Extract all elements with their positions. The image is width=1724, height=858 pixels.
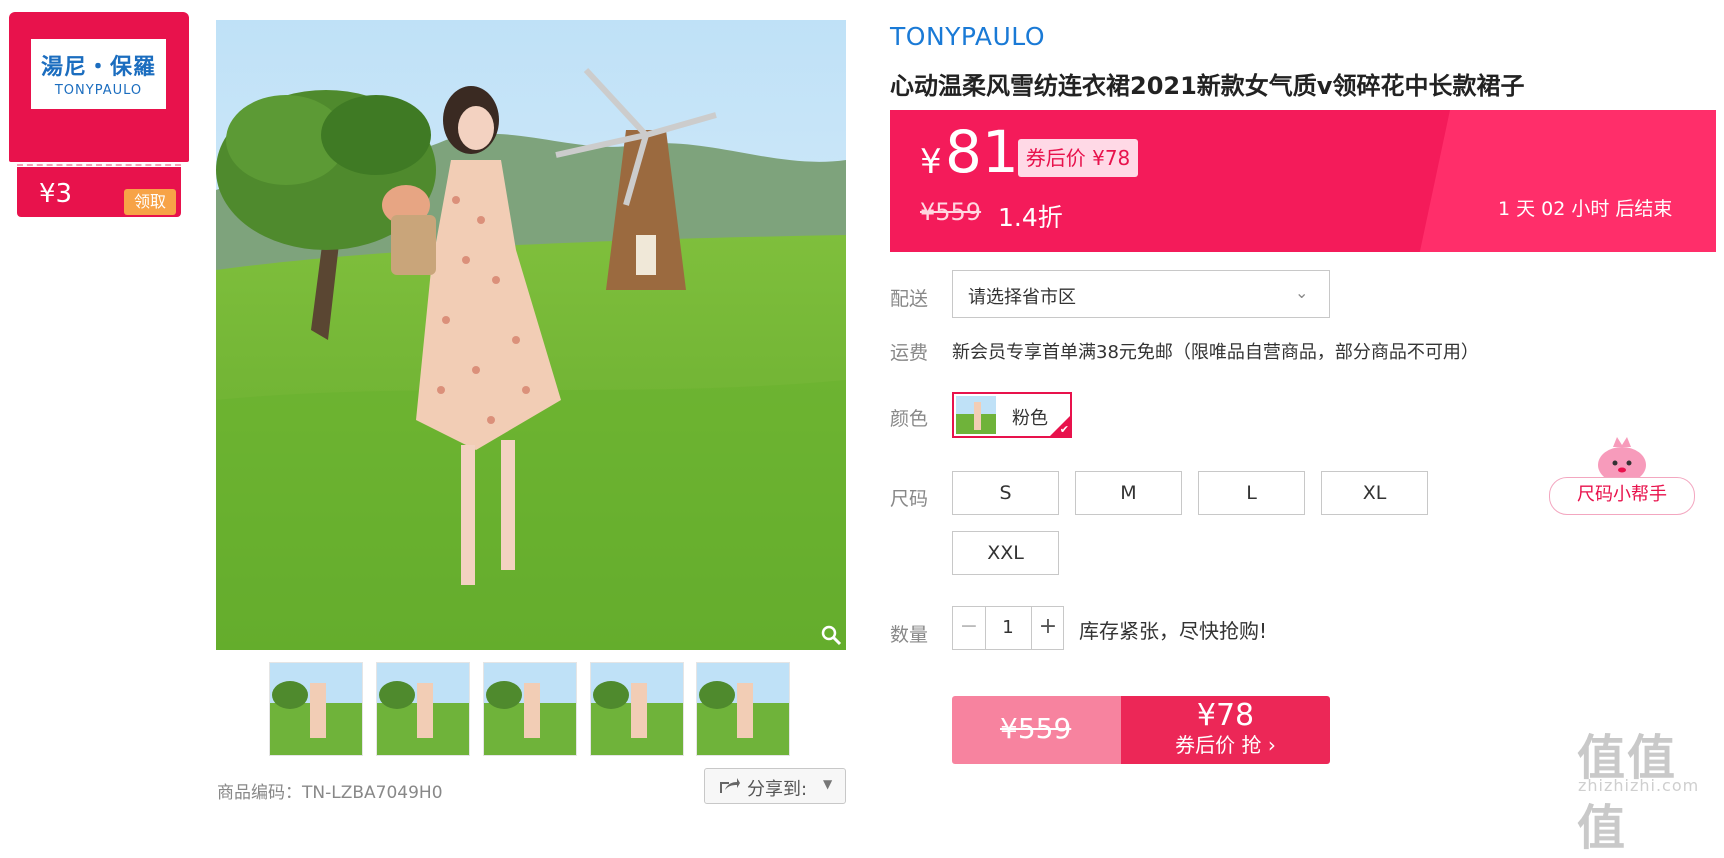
price-currency: ¥ [920, 142, 942, 182]
color-option-label: 粉色 [1012, 408, 1048, 429]
brand-logo: 湯尼・保羅 TONYPAULO [31, 39, 166, 109]
size-option-l[interactable]: L [1198, 471, 1305, 515]
price-value: 81 [945, 118, 1019, 186]
thumbnail-2[interactable] [376, 662, 470, 756]
store-coupon-card[interactable]: 湯尼・保羅 TONYPAULO ¥3 领取 [9, 12, 189, 217]
mascot-icon [1598, 437, 1646, 483]
freight-info: 新会员专享首单满38元免邮（限唯品自营商品，部分商品不可用） [952, 342, 1479, 363]
brand-link[interactable]: TONYPAULO [890, 22, 1045, 51]
stock-note: 库存紧张，尽快抢购! [1079, 619, 1268, 643]
size-option-m[interactable]: M [1075, 471, 1182, 515]
size-label: 尺码 [890, 488, 929, 510]
brand-logo-en: TONYPAULO [54, 83, 143, 98]
quantity-decrease-button[interactable]: − [953, 607, 986, 649]
check-icon: ✔ [1059, 423, 1069, 436]
color-option-pink[interactable]: 粉色 ✔ [952, 392, 1072, 438]
share-button[interactable]: 分享到: ▼ [704, 768, 846, 804]
chevron-down-icon: ⌄ [1295, 283, 1309, 302]
countdown-timer: 1 天 02 小时 后结束 [1498, 198, 1673, 220]
coupon-top: 湯尼・保羅 TONYPAULO [9, 12, 189, 162]
caret-down-icon: ▼ [823, 777, 833, 791]
thumbnail-5[interactable] [696, 662, 790, 756]
thumbnail-4[interactable] [590, 662, 684, 756]
delivery-label: 配送 [890, 288, 929, 310]
color-swatch-image [956, 396, 996, 434]
size-option-s[interactable]: S [952, 471, 1059, 515]
buy-cta-label: 券后价 抢 › [1175, 733, 1276, 757]
quantity-label: 数量 [890, 624, 929, 646]
size-helper-label: 尺码小帮手 [1549, 477, 1695, 515]
size-helper-button[interactable]: 尺码小帮手 [1545, 435, 1695, 515]
banner-stripe [1419, 110, 1716, 252]
brand-logo-cn: 湯尼・保羅 [40, 54, 156, 80]
size-option-xl[interactable]: XL [1321, 471, 1428, 515]
product-code: 商品编码：TN-LZBA7049H0 [217, 783, 443, 803]
coupon-take-button[interactable]: 领取 [124, 189, 176, 215]
freight-label: 运费 [890, 342, 929, 364]
price-banner: ¥ 81 券后价 ¥78 ¥559 1.4折 1 天 02 小时 后结束 [890, 110, 1716, 252]
share-icon [720, 778, 740, 793]
watermark-url: zhizhizhi.com [1578, 776, 1700, 795]
coupon-bottom: ¥3 领取 [17, 167, 181, 217]
discount-rate: 1.4折 [998, 203, 1063, 232]
buy-original-section: ¥559 [952, 696, 1121, 764]
coupon-price-tag: 券后价 ¥78 [1018, 139, 1138, 177]
buy-button[interactable]: ¥559 ¥78 券后价 抢 › [952, 696, 1330, 764]
thumbnail-3[interactable] [483, 662, 577, 756]
buy-coupon-section[interactable]: ¥78 券后价 抢 › [1121, 696, 1330, 764]
zoom-icon[interactable] [820, 624, 842, 646]
quantity-input[interactable]: 1 [986, 607, 1030, 649]
product-title: 心动温柔风雪纺连衣裙2021新款女气质v领碎花中长款裙子 [890, 72, 1525, 100]
delivery-region-value: 请选择省市区 [968, 287, 1076, 308]
coupon-divider [17, 164, 181, 166]
delivery-region-select[interactable]: 请选择省市区 ⌄ [952, 270, 1330, 318]
quantity-stepper[interactable]: − 1 + [952, 606, 1064, 650]
quantity-increase-button[interactable]: + [1031, 607, 1064, 649]
size-option-xxl[interactable]: XXL [952, 531, 1059, 575]
buy-original-price: ¥559 [1000, 712, 1072, 745]
coupon-amount: ¥3 [39, 179, 73, 209]
share-label: 分享到: [747, 779, 808, 800]
original-price: ¥559 [920, 198, 982, 226]
thumbnail-1[interactable] [269, 662, 363, 756]
main-product-image[interactable] [216, 20, 846, 650]
color-label: 颜色 [890, 408, 929, 430]
buy-price: ¥78 [1196, 698, 1255, 733]
